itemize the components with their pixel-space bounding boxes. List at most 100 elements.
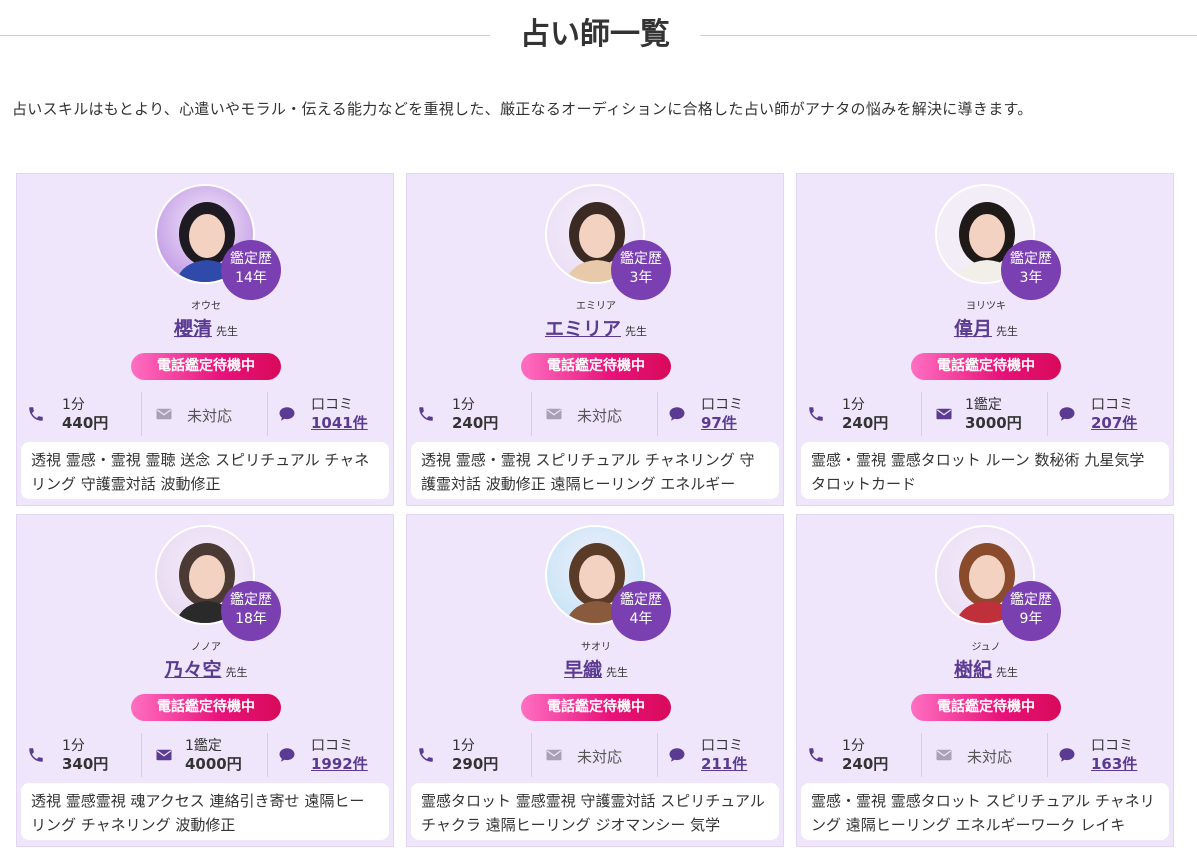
phone-icon xyxy=(29,407,43,421)
status-badge[interactable]: 電話鑑定待機中 xyxy=(521,353,671,380)
review-block: 口コミ 163件 xyxy=(1091,737,1137,774)
experience-label: 鑑定歴 xyxy=(620,251,662,267)
review-count-link[interactable]: 207件 xyxy=(1091,414,1137,432)
mail-price: 1鑑定 4000円 xyxy=(185,737,242,774)
mail-price-cell: 1鑑定 4000円 xyxy=(141,733,267,777)
teller-name-link[interactable]: 早織 xyxy=(564,659,602,681)
info-row: 1分 240円 未対応 口コミ 163件 xyxy=(797,733,1175,777)
status-badge[interactable]: 電話鑑定待機中 xyxy=(911,694,1061,721)
name-row: 早織 先生 xyxy=(407,655,785,682)
phone-price-cell: 1分 240円 xyxy=(797,392,921,436)
name-kana: エミリア xyxy=(576,301,616,312)
fortune-teller-card[interactable]: 鑑定歴 9年 ジュノ 樹紀 先生 電話鑑定待機中 1分 240円 未対応 口コミ… xyxy=(796,514,1174,847)
review-label: 口コミ xyxy=(311,397,353,413)
review-block: 口コミ 97件 xyxy=(701,396,743,433)
divider xyxy=(700,35,1197,36)
per-minute-label: 1分 xyxy=(842,738,865,754)
mail-icon xyxy=(546,408,562,420)
status-badge[interactable]: 電話鑑定待機中 xyxy=(131,353,281,380)
teller-name-link[interactable]: 樹紀 xyxy=(954,659,992,681)
review-count-link[interactable]: 163件 xyxy=(1091,755,1137,773)
avatar-block[interactable]: 鑑定歴 3年 xyxy=(935,184,1065,300)
review-cell: 口コミ 1992件 xyxy=(267,733,393,777)
name-kana: ヨリツキ xyxy=(966,301,1006,312)
phone-price-cell: 1分 290円 xyxy=(407,733,531,777)
phone-price-value: 240円 xyxy=(842,414,889,432)
phone-price: 1分 340円 xyxy=(62,737,108,774)
divider xyxy=(0,35,490,36)
review-count-link[interactable]: 1992件 xyxy=(311,755,368,773)
chat-bubble-icon xyxy=(279,407,295,421)
experience-badge: 鑑定歴 18年 xyxy=(221,581,281,641)
experience-label: 鑑定歴 xyxy=(230,251,272,267)
fortune-teller-card[interactable]: 鑑定歴 18年 ノノア 乃々空 先生 電話鑑定待機中 1分 340円 1鑑定 4… xyxy=(16,514,394,847)
phone-price-cell: 1分 240円 xyxy=(797,733,921,777)
info-row: 1分 240円 未対応 口コミ 97件 xyxy=(407,392,785,436)
status-badge[interactable]: 電話鑑定待機中 xyxy=(521,694,671,721)
review-count-link[interactable]: 1041件 xyxy=(311,414,368,432)
honorific: 先生 xyxy=(225,666,248,679)
mail-price-cell: 未対応 xyxy=(531,392,657,436)
review-count-link[interactable]: 97件 xyxy=(701,414,737,432)
avatar-block[interactable]: 鑑定歴 4年 xyxy=(545,525,675,641)
mail-price: 未対応 xyxy=(577,407,623,425)
chat-bubble-icon xyxy=(669,748,685,762)
phone-price-cell: 1分 240円 xyxy=(407,392,531,436)
phone-price: 1分 240円 xyxy=(842,737,888,774)
honorific: 先生 xyxy=(625,325,647,338)
review-block: 口コミ 211件 xyxy=(701,737,747,774)
per-minute-label: 1分 xyxy=(62,397,85,413)
name-kana: ジュノ xyxy=(971,642,1001,653)
honorific: 先生 xyxy=(996,325,1018,338)
phone-price: 1分 440円 xyxy=(62,396,108,433)
per-minute-label: 1分 xyxy=(62,738,85,754)
experience-label: 鑑定歴 xyxy=(1010,251,1052,267)
teller-name-link[interactable]: 乃々空 xyxy=(164,659,221,681)
phone-price-value: 240円 xyxy=(452,414,499,432)
teller-name-link[interactable]: エミリア xyxy=(545,318,621,340)
mail-icon xyxy=(546,749,562,761)
experience-badge: 鑑定歴 14年 xyxy=(221,240,281,300)
fortune-teller-card[interactable]: 鑑定歴 4年 サオリ 早織 先生 電話鑑定待機中 1分 290円 未対応 口コミ… xyxy=(406,514,784,847)
phone-price-value: 440円 xyxy=(62,414,109,432)
mail-icon xyxy=(156,749,172,761)
experience-badge: 鑑定歴 3年 xyxy=(611,240,671,300)
status-badge[interactable]: 電話鑑定待機中 xyxy=(131,694,281,721)
name-row: エミリア 先生 xyxy=(407,314,785,341)
review-block: 口コミ 1041件 xyxy=(311,396,368,433)
experience-years: 3年 xyxy=(1019,270,1043,286)
honorific: 先生 xyxy=(216,325,238,338)
review-count-link[interactable]: 211件 xyxy=(701,755,747,773)
honorific: 先生 xyxy=(996,666,1018,679)
experience-years: 14年 xyxy=(235,270,267,286)
mail-unit-label: 1鑑定 xyxy=(185,738,222,754)
name-row: 乃々空 先生 xyxy=(17,655,395,682)
mail-price-cell: 1鑑定 3000円 xyxy=(921,392,1047,436)
name-kana: ノノア xyxy=(191,642,221,653)
name-kana: オウセ xyxy=(191,301,221,312)
fortune-teller-card[interactable]: 鑑定歴 3年 エミリア エミリア 先生 電話鑑定待機中 1分 240円 未対応 … xyxy=(406,173,784,506)
info-row: 1分 340円 1鑑定 4000円 口コミ 1992件 xyxy=(17,733,395,777)
experience-label: 鑑定歴 xyxy=(620,592,662,608)
teller-name-link[interactable]: 櫻清 xyxy=(174,318,212,340)
mail-icon xyxy=(156,408,172,420)
phone-icon xyxy=(809,748,823,762)
mail-price: 未対応 xyxy=(577,748,623,766)
review-cell: 口コミ 1041件 xyxy=(267,392,393,436)
avatar-block[interactable]: 鑑定歴 3年 xyxy=(545,184,675,300)
avatar-block[interactable]: 鑑定歴 9年 xyxy=(935,525,1065,641)
avatar-block[interactable]: 鑑定歴 14年 xyxy=(155,184,285,300)
avatar-block[interactable]: 鑑定歴 18年 xyxy=(155,525,285,641)
mail-price-cell: 未対応 xyxy=(141,392,267,436)
fortune-teller-card[interactable]: 鑑定歴 14年 オウセ 櫻清 先生 電話鑑定待機中 1分 440円 未対応 口コ… xyxy=(16,173,394,506)
specialty-tags: 透視 霊感・霊視 スピリチュアル チャネリング 守護霊対話 波動修正 遠隔ヒーリ… xyxy=(411,442,779,499)
mail-price-value: 4000円 xyxy=(185,755,242,773)
specialty-tags: 霊感タロット 霊感霊視 守護霊対話 スピリチュアル チャクラ 遠隔ヒーリング ジ… xyxy=(411,783,779,840)
status-badge[interactable]: 電話鑑定待機中 xyxy=(911,353,1061,380)
review-label: 口コミ xyxy=(701,738,743,754)
info-row: 1分 290円 未対応 口コミ 211件 xyxy=(407,733,785,777)
experience-years: 9年 xyxy=(1019,611,1043,627)
fortune-teller-card[interactable]: 鑑定歴 3年 ヨリツキ 偉月 先生 電話鑑定待機中 1分 240円 1鑑定 30… xyxy=(796,173,1174,506)
name-row: 偉月 先生 xyxy=(797,314,1175,341)
teller-name-link[interactable]: 偉月 xyxy=(954,318,992,340)
